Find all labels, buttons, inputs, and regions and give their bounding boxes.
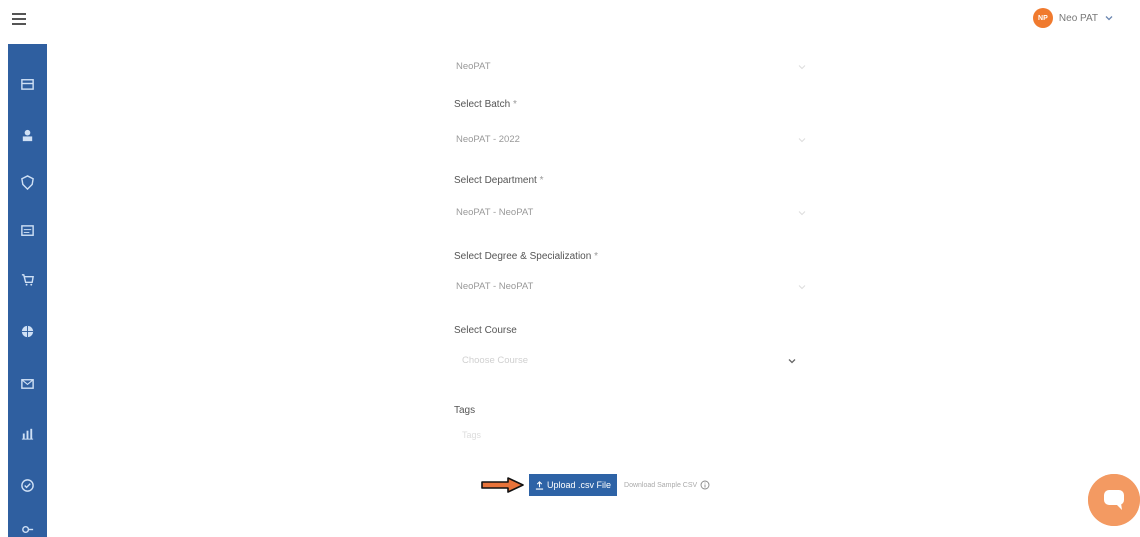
key-icon[interactable] [20, 522, 35, 537]
course-placeholder: Choose Course [462, 355, 529, 366]
briefcase-icon[interactable] [20, 76, 35, 91]
avatar[interactable]: NP [1032, 8, 1053, 28]
tags-placeholder: Tags [462, 430, 482, 440]
tags-label: Tags [454, 405, 476, 416]
mail-icon[interactable] [20, 376, 35, 391]
institution-select[interactable]: NeoPAT [454, 56, 809, 78]
cart-icon[interactable] [20, 272, 35, 287]
chat-icon[interactable] [20, 224, 35, 239]
globe-icon[interactable] [20, 324, 35, 339]
chevron-down-icon [798, 211, 806, 216]
shield-icon[interactable] [20, 175, 35, 190]
department-value: NeoPAT - NeoPAT [456, 207, 534, 218]
bar-chart-icon[interactable] [20, 426, 35, 441]
menu-hamburger-icon[interactable] [12, 13, 26, 25]
user-menu[interactable]: NP Neo PAT [1032, 8, 1114, 28]
department-label: Select Department * [454, 175, 544, 186]
degree-select[interactable]: NeoPAT - NeoPAT [454, 276, 809, 298]
chevron-down-icon [798, 285, 806, 290]
upload-csv-button[interactable]: Upload .csv File [529, 474, 618, 496]
info-icon[interactable] [700, 480, 710, 490]
upload-icon [535, 480, 544, 490]
upload-button-label: Upload .csv File [547, 480, 612, 490]
chat-widget-button[interactable] [1088, 474, 1140, 526]
department-select[interactable]: NeoPAT - NeoPAT [454, 202, 809, 224]
course-label: Select Course [454, 325, 517, 336]
chat-bubble-icon [1088, 474, 1140, 526]
batch-value: NeoPAT - 2022 [456, 134, 520, 145]
chevron-down-icon [788, 359, 796, 364]
institution-value: NeoPAT [456, 61, 491, 72]
download-sample-link[interactable]: Download Sample CSV [624, 482, 697, 489]
chevron-down-icon [798, 138, 806, 143]
tags-input[interactable]: Tags [454, 426, 809, 446]
check-circle-icon[interactable] [20, 478, 35, 493]
group-icon[interactable] [20, 128, 35, 143]
degree-value: NeoPAT - NeoPAT [456, 281, 534, 292]
sidebar [8, 44, 47, 537]
degree-label: Select Degree & Specialization * [454, 251, 598, 262]
chevron-down-icon [798, 65, 806, 70]
user-name: Neo PAT [1058, 12, 1098, 24]
chevron-down-icon[interactable] [1104, 13, 1114, 23]
upload-row: Upload .csv File Download Sample CSV [481, 474, 710, 496]
course-select[interactable]: Choose Course [454, 350, 799, 372]
batch-select[interactable]: NeoPAT - 2022 [454, 129, 809, 151]
batch-label: Select Batch * [454, 99, 517, 110]
arrow-annotation-icon [481, 477, 524, 493]
